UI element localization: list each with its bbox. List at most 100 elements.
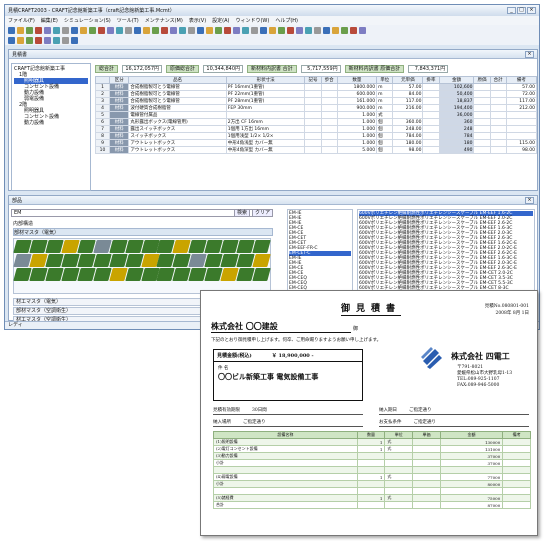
menu-simulation[interactable]: シミュレーション(S) — [64, 17, 111, 24]
toolbar-button-icon[interactable] — [35, 36, 42, 44]
menu-tools[interactable]: ツール(T) — [117, 17, 139, 24]
parts-detail-list[interactable]: 600Vポリエチレン絶縁耐燃性ポリエチレンシースケーブル EM-EEF 1.6-… — [357, 209, 535, 293]
part-icon[interactable] — [124, 240, 144, 253]
table-row[interactable]: 5 電線管付属品 1.000 式 36,000 — [94, 111, 538, 119]
part-icon[interactable] — [124, 254, 144, 267]
toolbar-button-icon[interactable] — [44, 36, 51, 44]
toolbar-button-icon[interactable] — [287, 26, 294, 34]
toolbar-button-icon[interactable] — [314, 26, 321, 34]
estimate-pane-title: 見積書 — [12, 51, 28, 58]
search-button[interactable]: 検索 — [234, 209, 251, 217]
toolbar-button-icon[interactable] — [233, 26, 240, 34]
clear-button[interactable]: クリア — [252, 209, 274, 217]
toolbar-button-icon[interactable] — [296, 26, 303, 34]
toolbar-button-icon[interactable] — [242, 26, 249, 34]
toolbar-button-icon[interactable] — [206, 26, 213, 34]
table-row[interactable]: 7 材料 露出スイッチボックス 1個用 1方出 16mm 1.000 個 248.00 248 — [94, 125, 538, 133]
menu-edit[interactable]: 編集(E) — [41, 17, 58, 24]
toolbar-button-icon[interactable] — [44, 26, 51, 34]
toolbar-button-icon[interactable] — [260, 26, 267, 34]
table-cell — [502, 452, 531, 460]
table-row[interactable]: 3 材料 合成樹脂製可とう電線管 PF 28mm(1重管) 161.000 m 117.00… — [94, 97, 538, 105]
column-header: 数量 — [356, 431, 386, 439]
part-icon[interactable] — [252, 268, 271, 281]
toolbar-button-icon[interactable] — [341, 26, 348, 34]
menu-maintenance[interactable]: メンテナンス(M) — [145, 17, 183, 24]
category-tab-electric[interactable]: 部材マスタ（電気） — [13, 228, 273, 236]
toolbar-button-icon[interactable] — [26, 36, 33, 44]
toolbar-button-icon[interactable] — [215, 26, 222, 34]
table-row[interactable]: 8 材料 スイッチボックス 1個用浅型 1/2× 1/2× 1.000 個 784.00 78… — [94, 132, 538, 140]
toolbar-button-icon[interactable] — [305, 26, 312, 34]
menu-view[interactable]: 表示(V) — [189, 17, 206, 24]
toolbar-button-icon[interactable] — [17, 26, 24, 34]
toolbar-button-icon[interactable] — [89, 26, 96, 34]
toolbar-button-icon[interactable] — [161, 26, 168, 34]
pane-close-icon[interactable]: × — [525, 196, 534, 204]
table-row[interactable]: 4 材料 波付硬質合成樹脂管 FEP 30mm 900.000 m 216.00 194,40… — [94, 104, 538, 112]
toolbar-button-icon[interactable] — [62, 26, 69, 34]
toolbar-button-icon[interactable] — [152, 26, 159, 34]
toolbar-button-icon[interactable] — [62, 36, 69, 44]
cell-n: 3 — [94, 97, 111, 105]
parts-pane-title: 部品 — [12, 197, 23, 204]
toolbar-button-icon[interactable] — [71, 36, 78, 44]
menu-settings[interactable]: 設定(A) — [212, 17, 229, 24]
toolbar-button-icon[interactable] — [350, 26, 357, 34]
toolbar-button-icon[interactable] — [53, 36, 60, 44]
toolbar-button-icon[interactable] — [53, 26, 60, 34]
table-row[interactable]: 2 材料 合成樹脂製可とう電線管 PF 22mm(1重管) 600.000 m 84.00 5… — [94, 90, 538, 98]
toolbar-button-icon[interactable] — [143, 26, 150, 34]
toolbar-button-icon[interactable] — [80, 26, 87, 34]
part-icon[interactable] — [124, 268, 144, 281]
summary-value: 16,172,057円 — [122, 64, 163, 73]
toolbar-button-icon[interactable] — [170, 26, 177, 34]
close-button[interactable]: × — [527, 7, 536, 14]
toolbar-button-icon[interactable] — [188, 26, 195, 34]
table-row[interactable]: 6 材料 丸形露出ボックス(電線管用) 2方出 CF 16mm 1.000 個 360.00… — [94, 118, 538, 126]
toolbar-button-icon[interactable] — [125, 26, 132, 34]
cell-spec: 2方出 CF 16mm — [225, 118, 306, 126]
toolbar-button-icon[interactable] — [116, 26, 123, 34]
cell-empty — [304, 90, 322, 98]
toolbar-button-icon[interactable] — [224, 26, 231, 34]
part-icon[interactable] — [252, 240, 271, 253]
toolbar-button-icon[interactable] — [197, 26, 204, 34]
toolbar-button-icon[interactable] — [26, 26, 33, 34]
toolbar-button-icon[interactable] — [278, 26, 285, 34]
table-row[interactable]: 10 材料 アウトレットボックス 中形4角深型 カバー無 5.000 個 98.00 490 9… — [94, 146, 538, 154]
menu-help[interactable]: ヘルプ(H) — [275, 17, 298, 24]
tree-item[interactable]: 動力設備 — [14, 120, 88, 126]
toolbar-button-icon[interactable] — [98, 26, 105, 34]
table-cell — [356, 487, 386, 495]
cell-note — [505, 118, 538, 126]
menu-window[interactable]: ウィンドウ(W) — [235, 17, 269, 24]
toolbar-button-icon[interactable] — [17, 36, 24, 44]
column-header: 記号 — [304, 76, 322, 84]
cell-q: 1.000 — [336, 118, 378, 126]
pane-close-icon[interactable]: × — [525, 50, 534, 58]
maximize-button[interactable]: □ — [517, 7, 526, 14]
toolbar-button-icon[interactable] — [35, 26, 42, 34]
toolbar-button-icon[interactable] — [8, 36, 15, 44]
toolbar-button-icon[interactable] — [71, 26, 78, 34]
toolbar-button-icon[interactable] — [251, 26, 258, 34]
toolbar-button-icon[interactable] — [323, 26, 330, 34]
toolbar-button-icon[interactable] — [107, 26, 114, 34]
toolbar-button-icon[interactable] — [134, 26, 141, 34]
toolbar-button-icon[interactable] — [269, 26, 276, 34]
table-cell — [384, 487, 414, 495]
toolbar-button-icon[interactable] — [179, 26, 186, 34]
toolbar-button-icon[interactable] — [8, 26, 15, 34]
toolbar-button-icon[interactable] — [332, 26, 339, 34]
menu-file[interactable]: ファイル(F) — [8, 17, 35, 24]
part-icon[interactable] — [252, 254, 271, 267]
cell-empty — [473, 125, 491, 133]
minimize-button[interactable]: _ — [507, 7, 516, 14]
parts-search-input[interactable]: EM — [11, 209, 271, 217]
table-row[interactable]: 1 材料 合成樹脂製可とう電線管 PF 16mm(1重管) 1800.000 m 57.00… — [94, 83, 538, 91]
estimate-tree[interactable]: CRAFT記念館新築工事 1階 照明器具 コンセント設備 動力設備 弱電設備 2… — [11, 63, 91, 191]
toolbar-button-icon[interactable] — [359, 26, 366, 34]
table-cell: 130000 — [439, 438, 504, 446]
table-row[interactable]: 9 材料 アウトレットボックス 中形4角浅型 カバー無 1.000 個 180.00 180 1… — [94, 139, 538, 147]
